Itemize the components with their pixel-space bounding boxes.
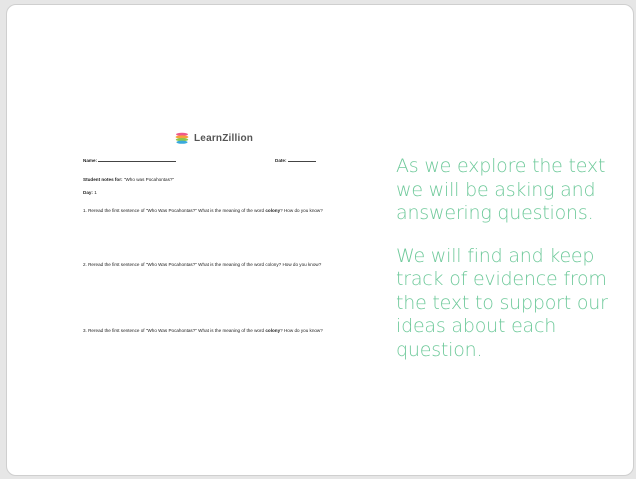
name-row: Name: [83, 157, 177, 164]
date-label: Date: [275, 158, 287, 163]
question-text-end: ? How do you know? [280, 208, 323, 213]
name-label: Name: [83, 158, 98, 163]
question-text: 3. Reread the first sentence of "Who Was… [83, 328, 266, 333]
name-line [98, 157, 177, 162]
day-value: 1 [94, 190, 97, 195]
question-1: 1. Reread the first sentence of "Who Was… [83, 208, 339, 214]
notes-title: "Who was Pocahontas?" [123, 177, 175, 182]
date-row: Date: [275, 157, 316, 164]
callout-paragraph-1: As we explore the text we will be asking… [396, 155, 606, 224]
brand-name: LearnZillion [194, 132, 254, 144]
day-label: Day: [83, 190, 93, 195]
day-row: Day: 1 [83, 190, 97, 196]
question-text: 2. Reread the first sentence of "Who Was… [83, 262, 322, 267]
question-text-end: ? How do you know? [280, 328, 323, 333]
date-line [287, 157, 316, 162]
worksheet-preview: LearnZillion Name: Date: Student notes f… [83, 125, 345, 355]
instruction-callout: As we explore the text we will be asking… [396, 155, 633, 362]
question-2: 2. Reread the first sentence of "Who Was… [83, 262, 339, 268]
callout-paragraph-2: We will find and keep track of evidence … [396, 244, 608, 361]
question-term: colony [265, 208, 281, 213]
question-text: 1. Reread the first sentence of "Who Was… [83, 208, 266, 213]
question-3: 3. Reread the first sentence of "Who Was… [83, 328, 339, 334]
notes-label: Student notes for: [83, 177, 123, 182]
question-term: colony [265, 328, 281, 333]
notes-row: Student notes for: "Who was Pocahontas?" [83, 177, 174, 183]
brand-logo: LearnZillion [175, 129, 253, 147]
slide: LearnZillion Name: Date: Student notes f… [6, 4, 634, 476]
learnzillion-logo-icon [175, 132, 189, 144]
